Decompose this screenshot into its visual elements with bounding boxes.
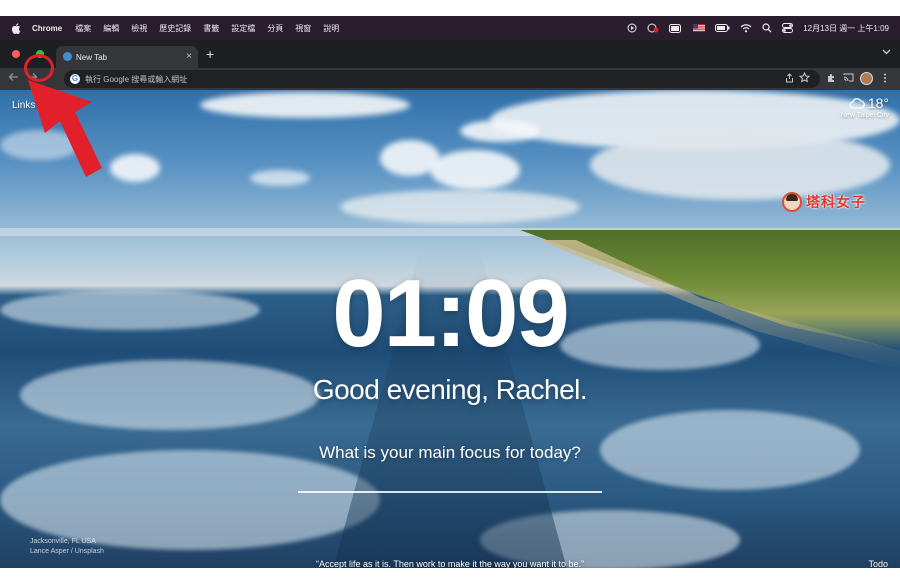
annotation-arrow-icon [28,80,102,177]
background-cloud [250,170,310,186]
brand-avatar-icon [782,192,802,212]
tab-new-tab[interactable]: New Tab × [56,46,198,68]
macos-menu-bar: Chrome 檔案 編輯 檢視 歷史記錄 書籤 設定檔 分頁 視窗 說明 12月… [0,16,900,40]
new-tab-button[interactable]: + [206,47,214,61]
menubar-datetime[interactable]: 12月13日 週一 上午1:09 [803,23,889,34]
wifi-icon[interactable] [740,23,752,33]
more-menu-icon[interactable] [883,73,887,83]
menu-help[interactable]: 說明 [323,23,339,34]
menu-window[interactable]: 視窗 [295,23,311,34]
back-arrow-icon[interactable] [8,72,19,82]
clock[interactable]: 01:09 [0,266,900,362]
play-circle-icon[interactable] [627,23,637,33]
spotlight-search-icon[interactable] [762,23,772,33]
tab-search-chevron-icon[interactable] [882,49,891,55]
menu-profiles[interactable]: 設定檔 [231,23,255,34]
browser-tab-strip: New Tab × + [0,40,900,68]
weather-location: New Taipei City [840,112,889,119]
profile-avatar[interactable] [860,72,873,85]
window-close-button[interactable] [12,50,20,58]
background-cloud [110,154,160,182]
background-cloud [200,92,410,118]
focus-prompt: What is your main focus for today? [319,443,581,462]
menu-file[interactable]: 檔案 [75,23,91,34]
extensions-puzzle-icon[interactable] [826,73,836,83]
menu-bookmarks[interactable]: 書籤 [203,23,219,34]
background-cloud [430,150,520,190]
background-cloud [460,120,540,142]
watermark-logo: 塔科女子 [782,192,866,212]
cast-icon[interactable] [843,73,854,82]
background-cloud [340,190,580,224]
browser-toolbar: G 執行 Google 搜尋或輸入網址 [0,68,900,90]
momentum-favicon-icon [63,52,72,61]
record-icon[interactable] [647,23,659,33]
screenshot-frame: Chrome 檔案 編輯 檢視 歷史記錄 書籤 設定檔 分頁 視窗 說明 12月… [0,16,900,568]
menu-app-name[interactable]: Chrome [32,24,62,33]
photo-info[interactable]: Jacksonville, FL USA Lance Asper / Unspl… [30,537,104,557]
menu-edit[interactable]: 編輯 [103,23,119,34]
photo-location: Jacksonville, FL USA [30,538,96,545]
weather-widget[interactable]: 18° New Taipei City [841,95,889,119]
battery-icon[interactable] [715,24,730,32]
greeting: Good evening, Rachel. [312,374,588,405]
annotation-circle [24,54,54,82]
address-bar[interactable]: G 執行 Google 搜尋或輸入網址 [64,70,820,88]
share-icon[interactable] [785,73,794,83]
apple-icon[interactable] [11,22,21,34]
menu-history[interactable]: 歷史記錄 [159,23,191,34]
weather-temperature: 18° [867,95,889,111]
todo-button[interactable]: Todo [868,559,888,568]
wave-foam [0,450,380,550]
us-flag-icon[interactable] [693,24,706,32]
menu-tab[interactable]: 分頁 [267,23,283,34]
momentum-new-tab-page: Links 18° New Taipei City 塔科女子 01:09 Goo… [0,90,900,568]
control-center-icon[interactable] [782,23,794,33]
menu-view[interactable]: 檢視 [131,23,147,34]
photo-credit: Lance Asper / Unsplash [30,548,104,555]
focus-input[interactable] [298,491,602,493]
bookmark-star-icon[interactable] [799,72,810,83]
tab-title: New Tab [76,53,107,62]
background-cloud [590,130,890,200]
daily-quote[interactable]: “Accept life as it is. Then work to make… [0,559,900,568]
watermark-text: 塔科女子 [806,194,866,210]
cloud-moon-icon [849,98,865,109]
tab-close-icon[interactable]: × [186,51,192,62]
battery-status-icon[interactable] [669,23,683,33]
